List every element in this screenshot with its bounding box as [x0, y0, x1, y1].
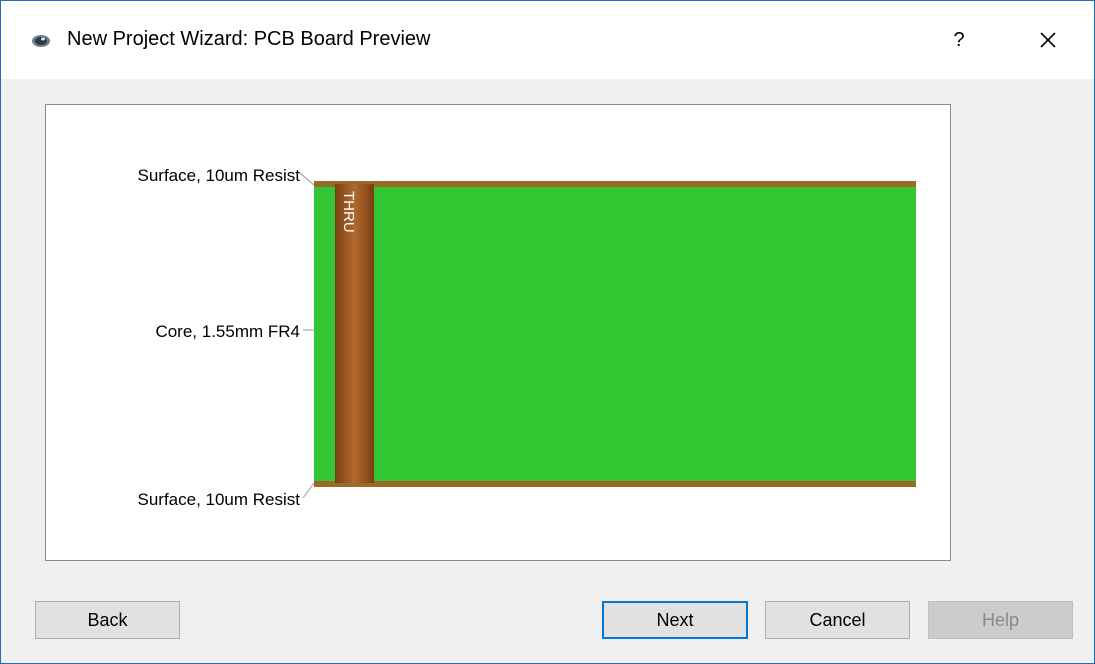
- title-bar: New Project Wizard: PCB Board Preview ?: [1, 1, 1094, 79]
- via-label: THRU: [340, 191, 357, 233]
- wizard-dialog: New Project Wizard: PCB Board Preview ? …: [0, 0, 1095, 664]
- help-button[interactable]: Help: [928, 601, 1073, 639]
- back-button[interactable]: Back: [35, 601, 180, 639]
- leader-line-top: [299, 172, 315, 186]
- leader-line-bottom: [302, 482, 315, 499]
- cancel-button[interactable]: Cancel: [765, 601, 910, 639]
- bottom-copper-layer: [314, 481, 916, 487]
- close-icon[interactable]: [1031, 23, 1065, 57]
- pcb-stackup-diagram: THRU: [299, 172, 916, 499]
- next-button[interactable]: Next: [602, 601, 748, 639]
- help-title-button[interactable]: ?: [944, 23, 974, 57]
- window-title: New Project Wizard: PCB Board Preview: [67, 28, 431, 50]
- board-preview-panel: Surface, 10um Resist Core, 1.55mm FR4 Su…: [45, 104, 951, 561]
- top-copper-layer: [314, 181, 916, 187]
- core-layer: [314, 181, 916, 487]
- app-icon: [32, 35, 50, 47]
